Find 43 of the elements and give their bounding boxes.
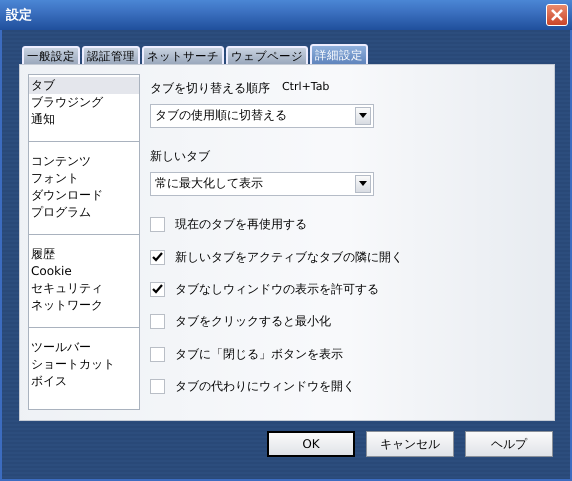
dropdown[interactable]: タブの使用順に切替える (150, 104, 374, 128)
checkbox[interactable] (150, 217, 165, 232)
checkbox[interactable] (150, 282, 165, 297)
tab[interactable]: 認証管理 (82, 46, 140, 64)
category-item[interactable]: ボイス (29, 373, 139, 390)
tab[interactable]: ウェブページ (226, 46, 308, 64)
category-item[interactable]: フォント (29, 170, 139, 187)
dropdown[interactable]: 常に最大化して表示 (150, 172, 374, 196)
checkbox[interactable] (150, 314, 165, 330)
tab[interactable]: ネットサーチ (142, 46, 224, 64)
close-button[interactable] (546, 4, 568, 26)
category-item[interactable]: ツールバー (29, 339, 139, 356)
dialog-button[interactable]: OK (267, 431, 355, 457)
checkbox[interactable] (150, 346, 165, 362)
category-item[interactable]: 通知 (29, 111, 139, 128)
category-item[interactable]: セキュリティ (29, 280, 139, 297)
tab[interactable]: 一般設定 (22, 46, 80, 64)
category-item[interactable]: ブラウジング (29, 94, 139, 111)
dropdown-arrow-icon (359, 113, 367, 118)
shortcut-label: Ctrl+Tab (282, 80, 330, 95)
category-item[interactable]: ダウンロード (29, 187, 139, 204)
checkbox-label: タブをクリックすると最小化 (175, 313, 331, 330)
checkbox-label: タブなしウィンドウの表示を許可する (175, 280, 379, 298)
category-item[interactable]: コンテンツ (29, 153, 139, 170)
category-item[interactable]: ネットワーク (29, 297, 139, 314)
dialog-button[interactable]: キャンセル (366, 431, 454, 457)
category-item[interactable]: プログラム (29, 204, 139, 221)
window-title: 設定 (6, 6, 32, 24)
dropdown-arrow-icon (359, 181, 367, 186)
checkbox-label: 現在のタブを再使用する (175, 216, 307, 234)
checkbox-label: タブに「閉じる」ボタンを表示 (175, 346, 343, 363)
setting-label: 新しいタブ (150, 148, 210, 164)
category-item[interactable]: タブ (29, 77, 139, 94)
checkbox-label: 新しいタブをアクティブなタブの隣に開く (175, 248, 403, 266)
category-item[interactable]: 履歴 (29, 246, 139, 263)
checkbox-label: タブの代わりにウィンドウを開く (175, 378, 355, 396)
dialog-button[interactable]: ヘルプ (465, 431, 553, 457)
checkbox[interactable] (150, 379, 165, 394)
category-item[interactable]: ショートカット (29, 356, 139, 373)
close-icon (551, 9, 563, 21)
checkbox[interactable] (150, 250, 165, 265)
category-item[interactable]: Cookie (29, 263, 139, 280)
setting-label: タブを切り替える順序 (150, 80, 270, 96)
